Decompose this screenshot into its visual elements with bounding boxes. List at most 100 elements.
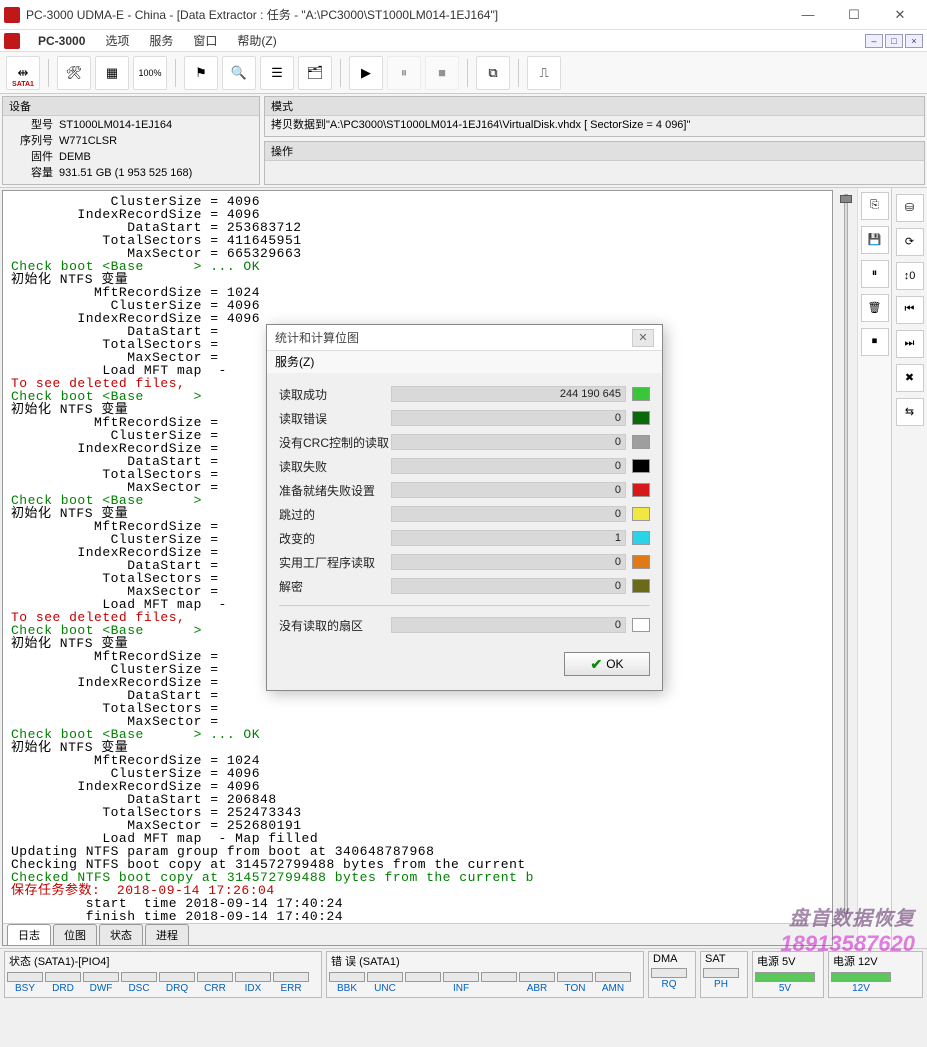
- device-row: 序列号W771CLSR: [9, 134, 253, 150]
- stat-row: 没有CRC控制的读取0: [279, 433, 650, 451]
- stat-row: 读取成功244 190 645: [279, 385, 650, 403]
- info-panel: 设备 型号ST1000LM014-1EJ164序列号W771CLSR固件DEMB…: [0, 94, 927, 188]
- maximize-button[interactable]: ☐: [831, 0, 877, 30]
- side-tool-button[interactable]: ⇆: [896, 398, 924, 426]
- stat-row: 读取错误0: [279, 409, 650, 427]
- status-led: ABR: [519, 972, 555, 994]
- stat-row: 读取失败0: [279, 457, 650, 475]
- title-bar: PC-3000 UDMA-E - China - [Data Extractor…: [0, 0, 927, 30]
- tab-进程[interactable]: 进程: [145, 924, 189, 945]
- stat-row: 准备就绪失败设置0: [279, 481, 650, 499]
- search-button[interactable]: 🔍: [222, 56, 256, 90]
- side-tool-button[interactable]: ↕0: [896, 262, 924, 290]
- stat-row: 实用工厂程序读取0: [279, 553, 650, 571]
- menu-item[interactable]: 选项: [95, 32, 139, 50]
- log-tool-button[interactable]: ⏸: [861, 260, 889, 288]
- status-led: ERR: [273, 972, 309, 994]
- status-led: BBK: [329, 972, 365, 994]
- power12v-box: 电源 12V 12V: [828, 951, 923, 998]
- stat-row: 没有读取的扇区0: [279, 616, 650, 634]
- status-led: IDX: [235, 972, 271, 994]
- app-menu[interactable]: PC-3000: [28, 32, 95, 50]
- chip-button[interactable]: ▦: [95, 56, 129, 90]
- log-tool-button[interactable]: 🗑: [861, 294, 889, 322]
- dialog-titlebar: 统计和计算位图 ✕: [267, 325, 662, 351]
- dialog-close-button[interactable]: ✕: [632, 329, 654, 347]
- status-led: [405, 972, 441, 994]
- pause-button[interactable]: ⏸: [387, 56, 421, 90]
- side-tool-button[interactable]: ⟳: [896, 228, 924, 256]
- dma-box: DMA RQ: [648, 951, 696, 998]
- cable-button[interactable]: ⎍: [527, 56, 561, 90]
- close-button[interactable]: ✕: [877, 0, 923, 30]
- status-led: DRQ: [159, 972, 195, 994]
- device-row: 容量931.51 GB (1 953 525 168): [9, 166, 253, 182]
- tab-日志[interactable]: 日志: [7, 924, 51, 945]
- inner-toolbar: ⎘ 💾 ⏸ 🗑 ⏹: [857, 188, 891, 948]
- operation-box: 操作: [264, 141, 925, 185]
- error-box: 错 误 (SATA1) BBKUNCINFABRTONAMN: [326, 951, 644, 998]
- side-tool-button[interactable]: ✖: [896, 364, 924, 392]
- menu-bar: PC-3000 选项服务窗口帮助(Z) –□×: [0, 30, 927, 52]
- side-tool-button[interactable]: ⏭: [896, 330, 924, 358]
- play-button[interactable]: ▶: [349, 56, 383, 90]
- outer-toolbar: ⛁ ⟳ ↕0 ⏮ ⏭ ✖ ⇆: [891, 188, 927, 948]
- app-icon-small: [4, 33, 20, 49]
- state-box: 状态 (SATA1)-[PIO4] BSYDRDDWFDSCDRQCRRIDXE…: [4, 951, 322, 998]
- operation-header: 操作: [265, 142, 924, 161]
- copy-button[interactable]: ⧉: [476, 56, 510, 90]
- menu-item[interactable]: 帮助(Z): [227, 32, 286, 50]
- menu-item[interactable]: 窗口: [183, 32, 227, 50]
- map-slider[interactable]: [835, 188, 857, 948]
- device-info-box: 设备 型号ST1000LM014-1EJ164序列号W771CLSR固件DEMB…: [2, 96, 260, 185]
- dialog-menu[interactable]: 服务(Z): [267, 351, 662, 373]
- device-row: 固件DEMB: [9, 150, 253, 166]
- side-tool-button[interactable]: ⛁: [896, 194, 924, 222]
- mode-header: 模式: [265, 97, 924, 116]
- mdi-button[interactable]: □: [885, 34, 903, 48]
- status-led: TON: [557, 972, 593, 994]
- stat-row: 解密0: [279, 577, 650, 595]
- sat-box: SAT PH: [700, 951, 748, 998]
- log-tool-button[interactable]: ⎘: [861, 192, 889, 220]
- window-title: PC-3000 UDMA-E - China - [Data Extractor…: [26, 6, 785, 23]
- status-led: [481, 972, 517, 994]
- status-led: DSC: [121, 972, 157, 994]
- sata-button[interactable]: ⇹: [6, 56, 40, 90]
- dialog-title: 统计和计算位图: [275, 329, 359, 346]
- status-led: DRD: [45, 972, 81, 994]
- app-icon: [4, 7, 20, 23]
- stat-row: 改变的1: [279, 529, 650, 547]
- side-tool-button[interactable]: ⏮: [896, 296, 924, 324]
- status-led: AMN: [595, 972, 631, 994]
- minimize-button[interactable]: —: [785, 0, 831, 30]
- ok-button[interactable]: ✔OK: [564, 652, 650, 676]
- tools-button[interactable]: 🛠: [57, 56, 91, 90]
- mode-box: 模式 拷贝数据到"A:\PC3000\ST1000LM014-1EJ164\Vi…: [264, 96, 925, 137]
- folder-button[interactable]: 🗂: [298, 56, 332, 90]
- mdi-button[interactable]: ×: [905, 34, 923, 48]
- menu-item[interactable]: 服务: [139, 32, 183, 50]
- log-tool-button[interactable]: 💾: [861, 226, 889, 254]
- main-toolbar: ⇹ 🛠 ▦ 100% ⚑ 🔍 ☰ 🗂 ▶ ⏸ ■ ⧉ ⎍: [0, 52, 927, 94]
- stat-row: 跳过的0: [279, 505, 650, 523]
- list-button[interactable]: ☰: [260, 56, 294, 90]
- error-header: 错 误 (SATA1): [327, 952, 643, 970]
- percent-button[interactable]: 100%: [133, 56, 167, 90]
- status-led: BSY: [7, 972, 43, 994]
- status-led: CRR: [197, 972, 233, 994]
- tab-状态[interactable]: 状态: [99, 924, 143, 945]
- mdi-button[interactable]: –: [865, 34, 883, 48]
- flag-button[interactable]: ⚑: [184, 56, 218, 90]
- stop-button[interactable]: ■: [425, 56, 459, 90]
- status-led: INF: [443, 972, 479, 994]
- watermark: 盘首数据恢复 18913587620: [780, 902, 915, 957]
- tab-位图[interactable]: 位图: [53, 924, 97, 945]
- device-row: 型号ST1000LM014-1EJ164: [9, 118, 253, 134]
- log-tool-button[interactable]: ⏹: [861, 328, 889, 356]
- dialog-body: 读取成功244 190 645 读取错误0 没有CRC控制的读取0 读取失败0 准备就绪…: [267, 373, 662, 644]
- check-icon: ✔: [590, 656, 602, 673]
- power5v-box: 电源 5V 5V: [752, 951, 824, 998]
- state-header: 状态 (SATA1)-[PIO4]: [5, 952, 321, 970]
- status-led: DWF: [83, 972, 119, 994]
